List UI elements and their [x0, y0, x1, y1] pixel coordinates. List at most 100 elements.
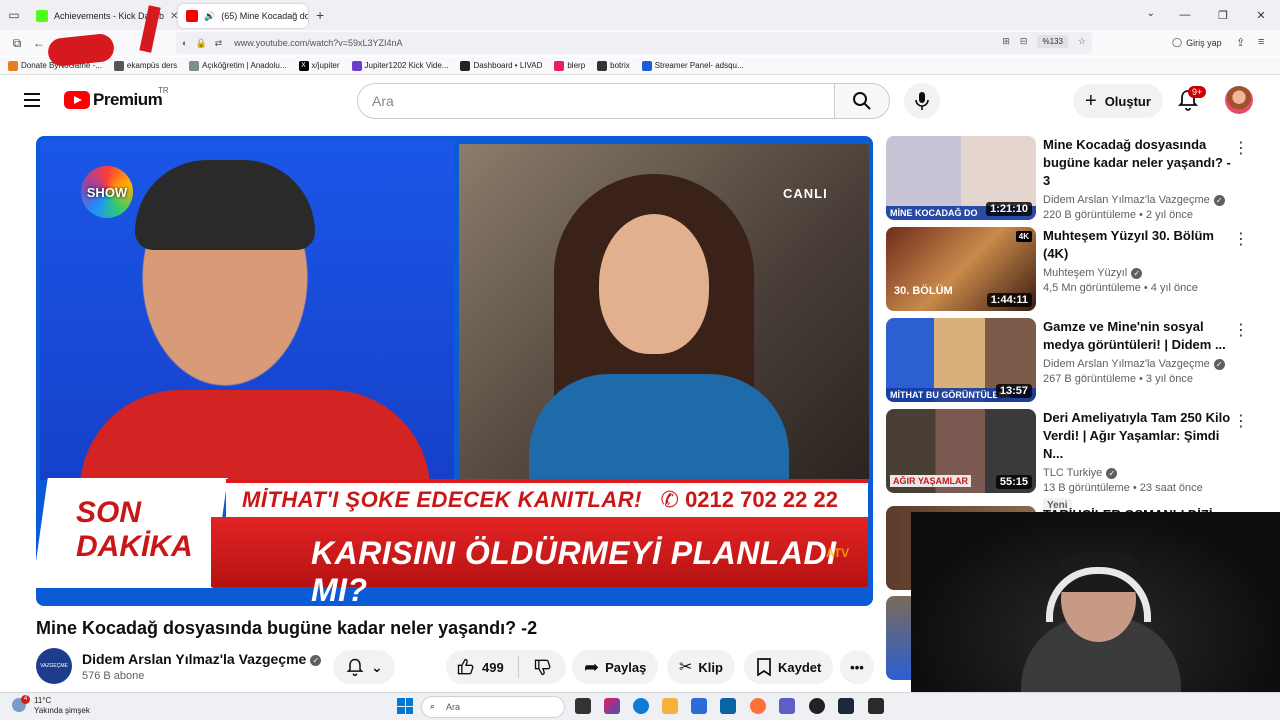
- more-vertical-icon[interactable]: ⋮: [1233, 138, 1249, 158]
- channel-name-text[interactable]: Didem Arslan Yılmaz'la Vazgeçme: [1043, 194, 1210, 206]
- sign-in-label: Giriş yap: [1186, 37, 1222, 48]
- like-dislike-group: 499: [446, 650, 566, 684]
- channel-name[interactable]: Didem Arslan Yılmaz'la Vazgeçme ✓: [1043, 194, 1233, 206]
- address-bar[interactable]: ◐ 🔒 ⇄ www.youtube.com/watch?v=59xL3YZI4n…: [176, 32, 1092, 54]
- headline-bar: MİTHAT'I ŞOKE EDECEK KANITLAR! ✆ 0212 70…: [226, 479, 868, 517]
- taskbar-search[interactable]: Ara: [421, 696, 565, 718]
- epic-games-icon[interactable]: [868, 698, 884, 714]
- video-player[interactable]: SHOW CANLI SON DAKİKA MİTHAT'I ŞOKE EDECE…: [36, 136, 873, 606]
- youtube-header: Premium TR Ara + Oluştur 9+: [0, 76, 1280, 124]
- recommended-video[interactable]: 30. BÖLÜM 4K 1:44:11 Muhteşem Yüzyıl 30.…: [886, 227, 1266, 311]
- bookmark-item[interactable]: blerp: [554, 60, 585, 71]
- windows-start-button[interactable]: [397, 698, 413, 714]
- video-thumbnail[interactable]: MİNE KOCADAĞ DO 1:21:10: [886, 136, 1036, 220]
- sidebar-toggle-icon[interactable]: ⧉: [6, 36, 28, 51]
- bookmark-label: x/jupiter: [311, 61, 340, 70]
- channel-name-text[interactable]: Muhteşem Yüzyıl: [1043, 267, 1127, 279]
- recommended-video[interactable]: MİTHAT BU GÖRÜNTÜLERE 13:57 Gamze ve Min…: [886, 318, 1266, 402]
- voice-search-button[interactable]: [904, 83, 940, 119]
- zoom-level[interactable]: %133: [1037, 35, 1068, 48]
- video-duration: 1:21:10: [986, 202, 1032, 216]
- video-title[interactable]: Gamze ve Mine'nin sosyal medya görüntüle…: [1043, 318, 1233, 354]
- more-vertical-icon[interactable]: ⋮: [1233, 320, 1249, 340]
- obs-icon[interactable]: [809, 698, 825, 714]
- save-button[interactable]: Kaydet: [744, 650, 834, 684]
- video-title[interactable]: Deri Ameliyatıyla Tam 250 Kilo Verdi! | …: [1043, 409, 1233, 463]
- breaking-news-label: SON DAKİKA: [76, 496, 193, 563]
- video-title[interactable]: Muhteşem Yüzyıl 30. Bölüm (4K): [1043, 227, 1233, 263]
- subheadline-bar: KARISINI ÖLDÜRMEYİ PLANLADI MI?: [211, 517, 868, 606]
- teams-icon[interactable]: [779, 698, 795, 714]
- thumbnail-caption: 30. BÖLÜM: [894, 285, 953, 297]
- store-icon[interactable]: [691, 698, 707, 714]
- channel-name[interactable]: Muhteşem Yüzyıl ✓: [1043, 267, 1233, 279]
- more-actions-button[interactable]: •••: [840, 650, 874, 684]
- kick-favicon-icon: [36, 10, 48, 22]
- bookmark-item[interactable]: botrix: [597, 60, 630, 71]
- new-tab-button[interactable]: +: [316, 7, 324, 23]
- video-title[interactable]: Mine Kocadağ dosyasında bugüne kadar nel…: [1043, 136, 1233, 190]
- bookmark-item[interactable]: Streamer Panel- adsqu...: [641, 60, 744, 71]
- channel-avatar[interactable]: VAZGEÇME: [36, 648, 72, 684]
- video-duration: 55:15: [995, 475, 1032, 489]
- user-avatar[interactable]: [1225, 86, 1253, 114]
- hamburger-menu-icon[interactable]: [24, 93, 40, 107]
- translate-icon[interactable]: ⊞: [1002, 36, 1010, 47]
- recommended-video[interactable]: MİNE KOCADAĞ DO 1:21:10 Mine Kocadağ dos…: [886, 136, 1266, 221]
- video-thumbnail[interactable]: AĞIR YAŞAMLAR 55:15: [886, 409, 1036, 493]
- menu-icon[interactable]: ≡: [1258, 36, 1264, 48]
- channel-name[interactable]: TLC Turkiye ✓: [1043, 467, 1233, 479]
- video-info: Muhteşem Yüzyıl 30. Bölüm (4K) Muhteşem …: [1043, 227, 1233, 294]
- minimize-button[interactable]: —: [1166, 0, 1204, 30]
- weather-widget[interactable]: 4 11°C Yakında şimşek: [12, 695, 90, 716]
- more-vertical-icon[interactable]: ⋮: [1233, 229, 1249, 249]
- channel-name-text[interactable]: Didem Arslan Yılmaz'la Vazgeçme: [82, 651, 306, 667]
- edge-icon[interactable]: [633, 698, 649, 714]
- video-thumbnail[interactable]: [886, 596, 912, 680]
- bookmark-label: Jupiter1202 Kick Vide...: [364, 61, 449, 70]
- copilot-icon[interactable]: [604, 698, 620, 714]
- create-button[interactable]: + Oluştur: [1073, 84, 1163, 118]
- bookmark-label: botrix: [610, 61, 630, 70]
- search-input[interactable]: Ara: [357, 83, 835, 119]
- channel-name[interactable]: Didem Arslan Yılmaz'la Vazgeçme ✓: [1043, 358, 1233, 370]
- dislike-icon[interactable]: [533, 657, 553, 677]
- bookmark-item[interactable]: Xx/jupiter: [298, 60, 340, 71]
- sign-in-button[interactable]: ◯ Giriş yap: [1172, 37, 1222, 48]
- restore-button[interactable]: ❐: [1204, 0, 1242, 30]
- like-count[interactable]: 499: [482, 660, 504, 675]
- search-button[interactable]: [834, 83, 890, 119]
- youtube-premium-logo[interactable]: Premium TR: [64, 86, 169, 110]
- clip-button[interactable]: ✂ Klip: [667, 650, 735, 684]
- reader-icon[interactable]: ⊟: [1020, 36, 1028, 47]
- bookmark-item[interactable]: Jupiter1202 Kick Vide...: [351, 60, 449, 71]
- tab-list-icon[interactable]: ▭: [0, 0, 28, 30]
- close-window-button[interactable]: ✕: [1242, 0, 1280, 30]
- share-button[interactable]: ➦ Paylaş: [572, 650, 659, 684]
- microphone-icon: [915, 92, 929, 110]
- extensions-icon[interactable]: ⇪: [1236, 36, 1245, 49]
- back-button[interactable]: ←: [28, 36, 50, 50]
- firefox-icon[interactable]: [750, 698, 766, 714]
- channel-name-text[interactable]: Didem Arslan Yılmaz'la Vazgeçme: [1043, 358, 1210, 370]
- verified-check-icon: ✓: [1131, 267, 1143, 279]
- url-text[interactable]: www.youtube.com/watch?v=59xL3YZI4nA: [234, 38, 402, 48]
- task-view-icon[interactable]: [575, 698, 591, 714]
- like-icon[interactable]: [456, 657, 476, 677]
- bookmark-item[interactable]: Dashboard • LIVAD: [460, 60, 542, 71]
- file-explorer-icon[interactable]: [662, 698, 678, 714]
- steam-icon[interactable]: [838, 698, 854, 714]
- outlook-icon[interactable]: [720, 698, 736, 714]
- video-thumbnail[interactable]: MİTHAT BU GÖRÜNTÜLERE 13:57: [886, 318, 1036, 402]
- tab-overflow-chevron-icon[interactable]: ⌄: [1147, 8, 1155, 19]
- channel-name-text[interactable]: TLC Turkiye: [1043, 467, 1102, 479]
- bookmark-star-icon[interactable]: ☆: [1078, 36, 1086, 47]
- video-title: Mine Kocadağ dosyasında bugüne kadar nel…: [36, 618, 538, 638]
- recommended-video[interactable]: AĞIR YAŞAMLAR 55:15 Deri Ameliyatıyla Ta…: [886, 409, 1266, 513]
- channel-name[interactable]: Didem Arslan Yılmaz'la Vazgeçme ✓: [82, 651, 322, 667]
- subscribe-notification-button[interactable]: ⌄: [333, 650, 395, 684]
- video-thumbnail[interactable]: 30. BÖLÜM 4K 1:44:11: [886, 227, 1036, 311]
- video-meta: 267 B görüntüleme • 3 yıl önce: [1043, 373, 1193, 385]
- youtube-play-icon: [64, 91, 90, 109]
- more-vertical-icon[interactable]: ⋮: [1233, 411, 1249, 431]
